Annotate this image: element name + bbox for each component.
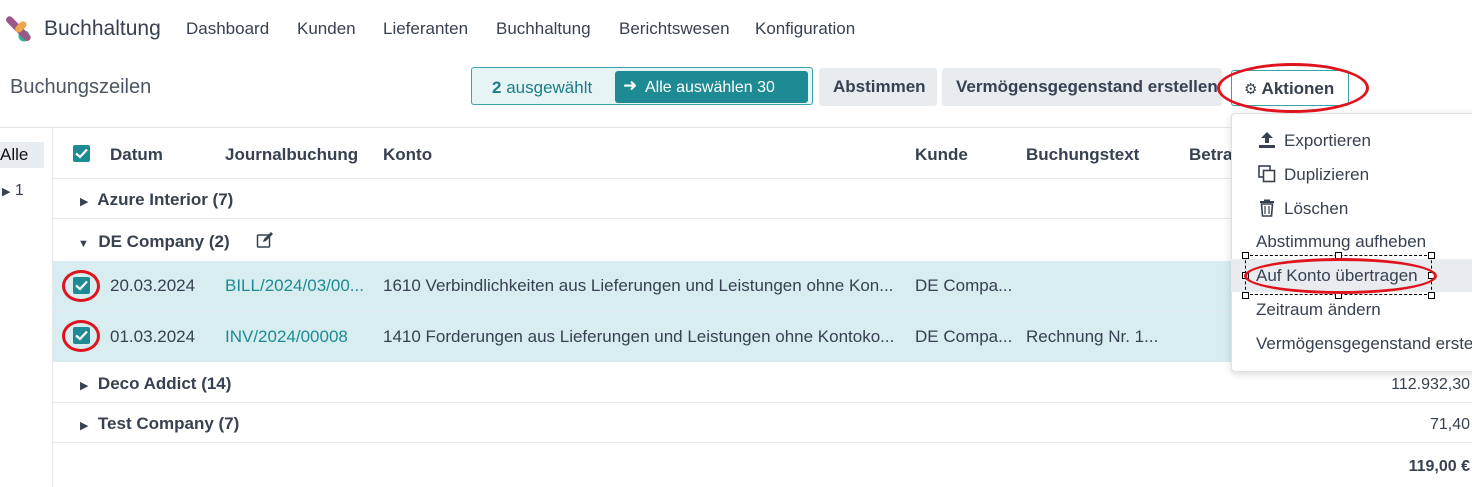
row-entry-link[interactable]: BILL/2024/03/00... bbox=[225, 276, 364, 296]
row-date: 20.03.2024 bbox=[110, 276, 196, 295]
column-header-entry[interactable]: Journalbuchung bbox=[225, 145, 358, 165]
resize-handle bbox=[1428, 252, 1435, 259]
row-label: Rechnung Nr. 1... bbox=[1026, 327, 1159, 346]
row-account: 1410 Forderungen aus Lieferungen und Lei… bbox=[383, 327, 895, 346]
footer-total: 119,00 € bbox=[1408, 458, 1470, 475]
group-row[interactable]: ▼ DE Company (2) bbox=[78, 232, 230, 252]
caret-right-icon: ▶ bbox=[80, 420, 89, 432]
nav-kunden[interactable]: Kunden bbox=[297, 19, 356, 39]
sidebar-item-all[interactable]: Alle bbox=[0, 142, 44, 168]
column-header-amount[interactable]: Betra bbox=[1189, 145, 1232, 165]
trash-icon bbox=[1258, 199, 1276, 217]
caret-right-icon: ▶ bbox=[80, 380, 89, 392]
row-divider bbox=[53, 402, 1472, 403]
edit-icon[interactable] bbox=[256, 231, 276, 251]
arrow-right-icon: ➜ bbox=[623, 76, 638, 95]
reconcile-button[interactable]: Abstimmen bbox=[819, 68, 937, 106]
create-asset-button[interactable]: Vermögensgegenstand erstellen bbox=[942, 68, 1222, 106]
column-header-label[interactable]: Buchungstext bbox=[1026, 145, 1139, 165]
caret-right-icon: ▶ bbox=[2, 186, 11, 198]
annotation-oval bbox=[62, 320, 100, 352]
menu-item-unreconcile[interactable]: Abstimmung aufheben bbox=[1256, 232, 1426, 252]
selection-count: 2 ausgewählt bbox=[492, 78, 593, 97]
menu-item-export[interactable]: Exportieren bbox=[1284, 131, 1371, 151]
row-partner: DE Compa... bbox=[915, 276, 1013, 295]
select-all-button[interactable]: ➜ Alle auswählen 30 bbox=[615, 71, 808, 103]
menu-item-delete[interactable]: Löschen bbox=[1284, 199, 1348, 219]
app-name[interactable]: Buchhaltung bbox=[44, 17, 161, 41]
row-account: 1610 Verbindlichkeiten aus Lieferungen u… bbox=[383, 276, 894, 295]
nav-lieferanten[interactable]: Lieferanten bbox=[383, 19, 468, 39]
menu-item-duplicate[interactable]: Duplizieren bbox=[1284, 165, 1369, 185]
annotation-oval bbox=[1244, 258, 1437, 294]
page-title: Buchungszeilen bbox=[10, 76, 152, 98]
caret-right-icon: ▶ bbox=[80, 196, 89, 208]
nav-berichtswesen[interactable]: Berichtswesen bbox=[619, 19, 730, 39]
column-header-date[interactable]: Datum bbox=[110, 145, 163, 165]
caret-down-icon: ▼ bbox=[78, 238, 89, 250]
row-entry-link[interactable]: INV/2024/00008 bbox=[225, 327, 348, 347]
group-total: 71,40 bbox=[1429, 416, 1470, 433]
copy-icon bbox=[1258, 165, 1276, 183]
nav-konfiguration[interactable]: Konfiguration bbox=[755, 19, 855, 39]
app-logo-icon[interactable] bbox=[4, 15, 32, 43]
group-row[interactable]: ▶ Azure Interior (7) bbox=[80, 190, 233, 210]
annotation-oval bbox=[1217, 63, 1369, 113]
resize-handle bbox=[1242, 292, 1249, 299]
resize-handle bbox=[1242, 252, 1249, 259]
annotation-oval bbox=[62, 270, 100, 302]
menu-item-change-period[interactable]: Zeitraum ändern bbox=[1256, 300, 1381, 320]
row-date: 01.03.2024 bbox=[110, 327, 196, 346]
group-total: 112.932,30 bbox=[1391, 376, 1470, 393]
row-partner: DE Compa... bbox=[915, 327, 1013, 346]
column-header-partner[interactable]: Kunde bbox=[915, 145, 968, 165]
menu-item-create-asset[interactable]: Vermögensgegenstand erste bbox=[1256, 334, 1472, 354]
upload-icon bbox=[1258, 131, 1276, 149]
resize-handle bbox=[1428, 292, 1435, 299]
nav-buchhaltung[interactable]: Buchhaltung bbox=[496, 19, 591, 39]
sidebar-item-1[interactable]: ▶ 1 bbox=[2, 182, 24, 200]
nav-dashboard[interactable]: Dashboard bbox=[186, 19, 269, 39]
select-all-checkbox[interactable] bbox=[73, 145, 90, 162]
close-icon[interactable]: ✕ bbox=[784, 76, 801, 101]
group-row[interactable]: ▶ Deco Addict (14) bbox=[80, 374, 231, 394]
column-header-account[interactable]: Konto bbox=[383, 145, 432, 165]
row-divider bbox=[53, 442, 1472, 443]
group-row[interactable]: ▶ Test Company (7) bbox=[80, 414, 239, 434]
